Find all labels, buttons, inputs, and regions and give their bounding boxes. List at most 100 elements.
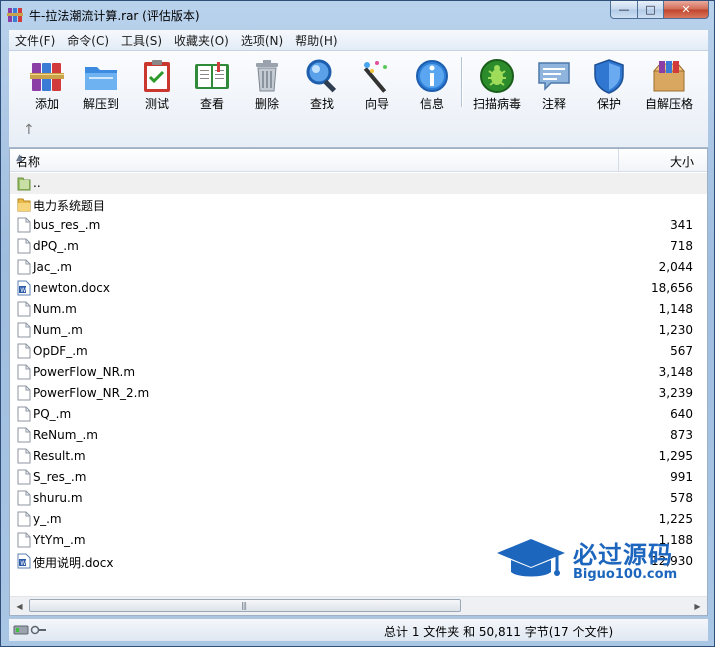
- file-row[interactable]: Wnewton.docx 18,656: [10, 278, 707, 299]
- winrar-window: 牛-拉法潮流计算.rar (评估版本) — □ ✕ 文件(F) 命令(C) 工具…: [0, 0, 715, 647]
- file-row[interactable]: Result.m 1,295: [10, 446, 707, 467]
- menu-options[interactable]: 选项(N): [235, 32, 289, 49]
- file-size: 1,295: [658, 449, 693, 463]
- info-button[interactable]: 信息: [404, 55, 460, 111]
- file-row[interactable]: y_.m 1,225: [10, 509, 707, 530]
- wizard-label: 向导: [364, 97, 389, 111]
- menu-file[interactable]: 文件(F): [9, 32, 61, 49]
- delete-button[interactable]: 删除: [239, 55, 295, 111]
- wizard-button[interactable]: 向导: [349, 55, 405, 111]
- status-bar: 总计 1 文件夹 和 50,811 字节(17 个文件): [9, 618, 708, 641]
- file-name: OpDF_.m: [33, 344, 88, 358]
- comment-button[interactable]: 注释: [526, 55, 582, 111]
- file-name: YtYm_.m: [33, 533, 86, 547]
- extract-to-button[interactable]: 解压到: [73, 55, 129, 111]
- file-size: 578: [670, 491, 693, 505]
- scrollbar-thumb[interactable]: |||: [29, 599, 461, 612]
- folder-row[interactable]: 电力系统题目: [10, 194, 707, 215]
- toolbar: 添加 解压到 测试 查看 删除 查找 向导 信息 扫描病毒 注释 保护 自解压格…: [9, 51, 708, 148]
- folder-row[interactable]: ..: [10, 173, 707, 194]
- file-name: newton.docx: [33, 281, 110, 295]
- minimize-icon: —: [618, 3, 630, 16]
- file-row[interactable]: PQ_.m 640: [10, 404, 707, 425]
- info-icon: [416, 60, 448, 92]
- file-icon: [17, 490, 31, 506]
- svg-text:W: W: [20, 287, 26, 294]
- folder-icon: [17, 198, 31, 212]
- up-level-icon[interactable]: ↑: [23, 122, 35, 138]
- file-row[interactable]: Num.m 1,148: [10, 299, 707, 320]
- view-label: 查看: [199, 97, 224, 111]
- file-icon: [17, 238, 31, 254]
- title-bar[interactable]: 牛-拉法潮流计算.rar (评估版本) — □ ✕: [1, 1, 714, 29]
- file-size: 567: [670, 344, 693, 358]
- file-icon: [17, 448, 31, 464]
- file-icon: [17, 301, 31, 317]
- toolbar-separator: [461, 57, 463, 107]
- window-title: 牛-拉法潮流计算.rar (评估版本): [29, 9, 200, 23]
- extract-to-label: 解压到: [82, 97, 119, 111]
- close-icon: ✕: [681, 3, 691, 16]
- virus-scan-button[interactable]: 扫描病毒: [467, 55, 527, 111]
- file-icon: [17, 406, 31, 422]
- menu-tools[interactable]: 工具(S): [115, 32, 168, 49]
- find-button[interactable]: 查找: [294, 55, 350, 111]
- drive-key-icon[interactable]: [13, 624, 47, 636]
- status-summary: 总计 1 文件夹 和 50,811 字节(17 个文件): [384, 625, 614, 639]
- file-row[interactable]: shuru.m 578: [10, 488, 707, 509]
- test-clipboard-icon: [144, 60, 170, 92]
- extract-folder-icon: [85, 67, 117, 90]
- file-icon: [17, 364, 31, 380]
- file-name: Num_.m: [33, 323, 83, 337]
- graduation-cap-icon: [497, 539, 565, 577]
- comment-label: 注释: [541, 97, 566, 111]
- file-row[interactable]: S_res_.m 991: [10, 467, 707, 488]
- file-name: Num.m: [33, 302, 77, 316]
- file-icon: [17, 427, 31, 443]
- watermark: 必过源码 Biguo100.com: [493, 533, 701, 589]
- file-size: 1,225: [658, 512, 693, 526]
- file-name: y_.m: [33, 512, 62, 526]
- file-row[interactable]: Jac_.m 2,044: [10, 257, 707, 278]
- scroll-right-icon[interactable]: ▶: [689, 598, 706, 614]
- svg-text:W: W: [20, 560, 26, 567]
- file-row[interactable]: PowerFlow_NR_2.m 3,239: [10, 383, 707, 404]
- column-size-header[interactable]: 大小: [620, 149, 700, 171]
- file-row[interactable]: dPQ_.m 718: [10, 236, 707, 257]
- file-row[interactable]: OpDF_.m 567: [10, 341, 707, 362]
- file-icon: [17, 259, 31, 275]
- file-size: 1,230: [658, 323, 693, 337]
- file-rows: .. 电力系统题目 bus_res_.m 341 dPQ_.m 718 Jac_.m 2,04…: [10, 173, 707, 572]
- menu-help[interactable]: 帮助(H): [289, 32, 343, 49]
- file-row[interactable]: Num_.m 1,230: [10, 320, 707, 341]
- delete-label: 删除: [254, 97, 279, 111]
- menu-commands[interactable]: 命令(C): [61, 32, 115, 49]
- close-button[interactable]: ✕: [664, 1, 709, 19]
- file-icon: [17, 469, 31, 485]
- add-books-icon: [30, 63, 64, 91]
- scroll-left-icon[interactable]: ◀: [11, 598, 28, 614]
- file-row[interactable]: PowerFlow_NR.m 3,148: [10, 362, 707, 383]
- sfx-button[interactable]: 自解压格: [637, 55, 701, 111]
- winrar-app-icon: [7, 8, 23, 22]
- file-name: Jac_.m: [33, 260, 72, 274]
- file-row[interactable]: bus_res_.m 341: [10, 215, 707, 236]
- file-size: 991: [670, 470, 693, 484]
- column-name-header[interactable]: 名称 ▲: [10, 149, 619, 171]
- file-row[interactable]: ReNum_.m 873: [10, 425, 707, 446]
- file-icon: [17, 343, 31, 359]
- protect-button[interactable]: 保护: [581, 55, 637, 111]
- test-button[interactable]: 测试: [129, 55, 185, 111]
- file-name: 电力系统题目: [33, 199, 106, 213]
- virus-scan-icon: [480, 59, 514, 93]
- add-button[interactable]: 添加: [19, 55, 75, 111]
- file-name: PowerFlow_NR.m: [33, 365, 136, 379]
- wizard-wand-icon: [363, 61, 387, 93]
- grip-icon: |||: [241, 601, 247, 610]
- menu-favorites[interactable]: 收藏夹(O): [168, 32, 235, 49]
- minimize-button[interactable]: —: [610, 1, 638, 19]
- column-header: 名称 ▲ 大小: [10, 149, 707, 172]
- horizontal-scrollbar[interactable]: ◀ ||| ▶: [10, 596, 707, 615]
- maximize-button[interactable]: □: [638, 1, 664, 19]
- view-button[interactable]: 查看: [184, 55, 240, 111]
